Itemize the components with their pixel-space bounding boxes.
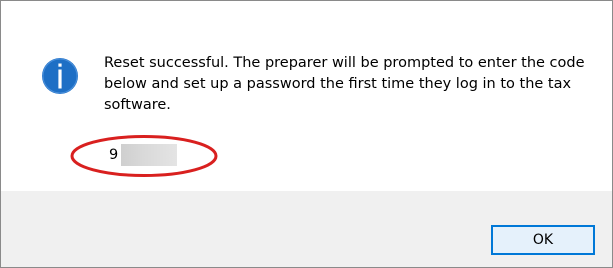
reset-code: 9 [69, 134, 219, 178]
dialog-message: Reset successful. The preparer will be p… [104, 55, 585, 113]
dialog-footer: OK [1, 191, 612, 267]
dialog-content: Reset successful. The preparer will be p… [1, 1, 612, 191]
ok-button[interactable]: OK [491, 225, 595, 255]
message-dialog: Reset successful. The preparer will be p… [0, 0, 613, 268]
highlight-oval [70, 135, 218, 177]
info-icon [42, 58, 78, 94]
